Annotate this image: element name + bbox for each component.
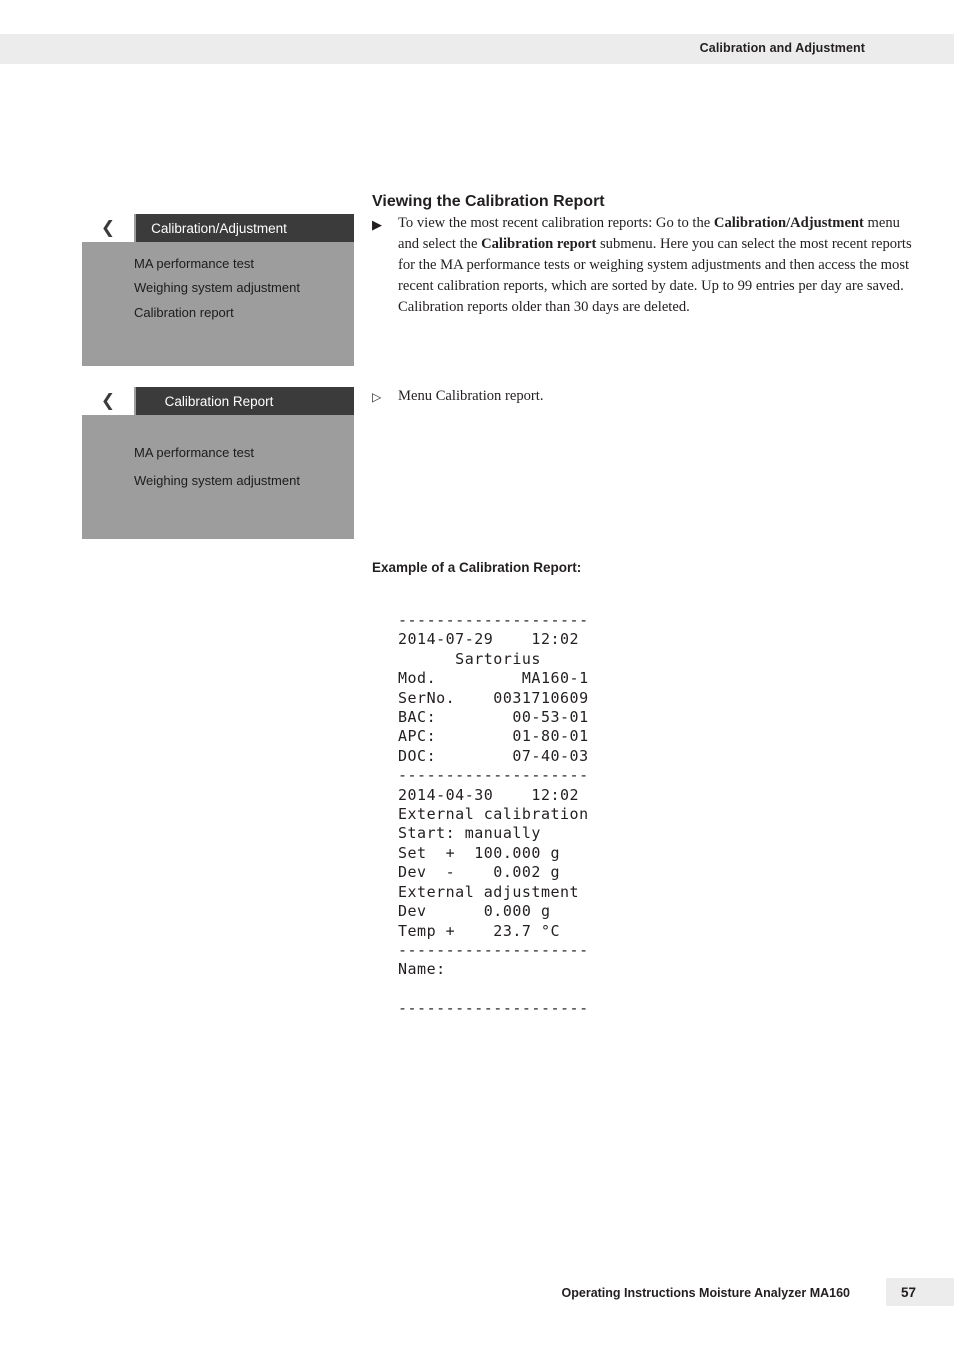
page-number: 57 <box>901 1285 917 1300</box>
menu-item-ma-performance-test[interactable]: MA performance test <box>134 256 354 272</box>
device-titlebar: ❮ Calibration/Adjustment <box>82 214 354 242</box>
para1-segment-3: submenu. <box>596 236 657 252</box>
device-screen-calibration-report: ❮ Calibration Report MA performance test… <box>82 387 354 539</box>
menu-item-calibration-report[interactable]: Calibration report <box>134 305 354 321</box>
menu-item-ma-performance-test[interactable]: MA performance test <box>134 445 354 461</box>
menu-item-weighing-system-adjustment[interactable]: Weighing system adjustment <box>134 473 354 489</box>
device-menu-list: MA performance test Weighing system adju… <box>82 242 354 321</box>
header-title: Calibration and Adjustment <box>699 41 865 55</box>
device-menu-list: MA performance test Weighing system adju… <box>82 415 354 490</box>
footer-page-box <box>886 1278 954 1306</box>
device-titlebar: ❮ Calibration Report <box>82 387 354 415</box>
back-chevron-icon[interactable]: ❮ <box>82 214 136 242</box>
device-screen-calibration-adjustment: ❮ Calibration/Adjustment MA performance … <box>82 214 354 366</box>
bullet-open-triangle-icon: ▷ <box>372 390 382 404</box>
para1-bold-calibration-report: Calibration report <box>481 236 597 252</box>
device-title: Calibration Report <box>164 393 274 409</box>
footer-text: Operating Instructions Moisture Analyzer… <box>561 1286 850 1300</box>
page-title: Viewing the Calibration Report <box>372 192 605 210</box>
back-chevron-icon[interactable]: ❮ <box>82 387 136 415</box>
example-label: Example of a Calibration Report: <box>372 560 582 575</box>
calibration-report-printout: -------------------- 2014-07-29 12:02 Sa… <box>398 611 589 1018</box>
device-title: Calibration/Adjustment <box>151 220 287 236</box>
menu-item-weighing-system-adjustment[interactable]: Weighing system adjustment <box>134 280 354 296</box>
instruction-paragraph-1: To view the most recent calibration repo… <box>398 213 918 318</box>
para1-segment-1: To view the most recent calibration repo… <box>398 215 714 231</box>
instruction-paragraph-2: Menu Calibration report. <box>398 388 544 404</box>
bullet-filled-triangle-icon: ▶ <box>372 218 382 233</box>
para1-bold-calibration-adjustment: Calibration/Adjustment <box>713 215 864 231</box>
